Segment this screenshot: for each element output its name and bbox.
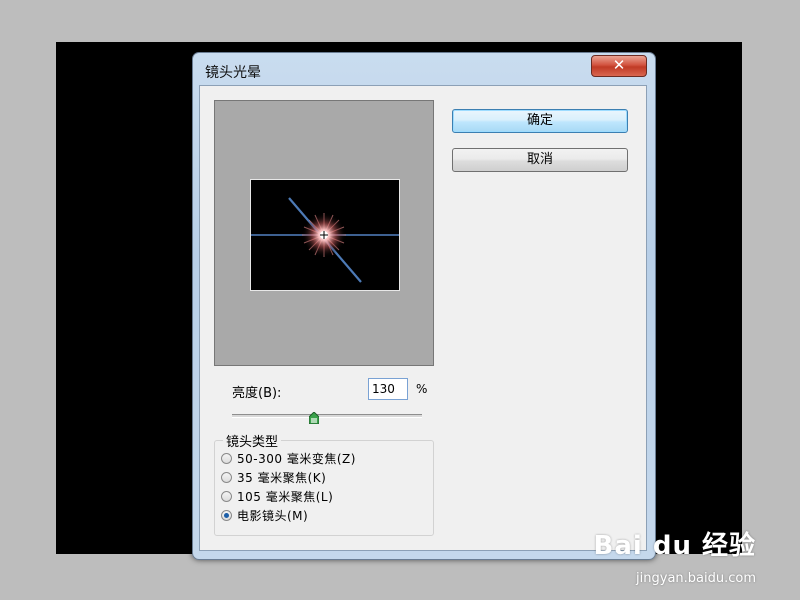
ok-button[interactable]: 确定: [452, 109, 628, 133]
radio-button[interactable]: [221, 452, 232, 464]
radio-label: 105 毫米聚焦(L): [237, 489, 334, 504]
radio-50-300mm[interactable]: 50-300 毫米变焦(Z): [221, 449, 356, 467]
close-button[interactable]: ✕: [591, 55, 647, 77]
radio-label: 35 毫米聚焦(K): [237, 470, 327, 485]
lens-flare-dialog: 镜头光晕 ✕ 亮度(B): 130 % 镜头类型 50-300 毫米变焦(Z) …: [192, 52, 656, 560]
flare-preview[interactable]: [250, 179, 400, 291]
cancel-button[interactable]: 取消: [452, 148, 628, 172]
radio-label: 电影镜头(M): [237, 508, 309, 523]
brightness-label: 亮度(B):: [232, 386, 282, 401]
lens-type-title: 镜头类型: [223, 431, 282, 450]
brightness-slider[interactable]: [232, 411, 422, 425]
radio-35mm[interactable]: 35 毫米聚焦(K): [221, 468, 326, 486]
radio-105mm[interactable]: 105 毫米聚焦(L): [221, 487, 333, 505]
radio-button[interactable]: [221, 471, 232, 483]
radio-button-checked[interactable]: [221, 509, 232, 521]
watermark-logo-text: Bai du 经验: [593, 531, 756, 561]
radio-movie-prime[interactable]: 电影镜头(M): [221, 506, 308, 524]
baidu-watermark-logo: Bai du 经验: [594, 525, 757, 562]
lens-type-group: 镜头类型 50-300 毫米变焦(Z) 35 毫米聚焦(K) 105 毫米聚焦(…: [214, 431, 434, 536]
radio-label: 50-300 毫米变焦(Z): [237, 451, 356, 466]
radio-button[interactable]: [221, 490, 232, 502]
brightness-input[interactable]: [368, 378, 408, 400]
lens-flare-image: [251, 197, 399, 283]
percent-unit: %: [416, 382, 428, 396]
dialog-title: 镜头光晕: [205, 65, 261, 81]
preview-frame: [214, 100, 434, 366]
watermark-url: jingyan.baidu.com: [636, 571, 756, 586]
close-icon: ✕: [612, 56, 626, 74]
slider-thumb-icon[interactable]: [308, 409, 320, 425]
dialog-client-area: 亮度(B): % 镜头类型 50-300 毫米变焦(Z) 35 毫米聚焦(K): [199, 85, 647, 551]
